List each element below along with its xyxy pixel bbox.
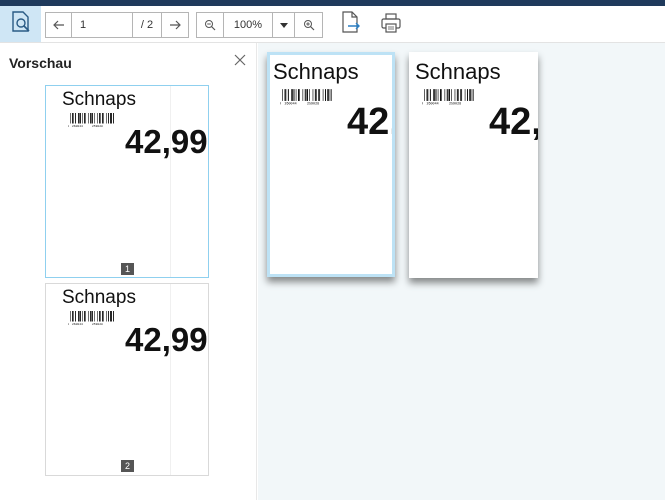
- page-1[interactable]: Schnaps 4 260044 259028 42,99: [267, 52, 395, 277]
- chevron-down-icon: [279, 22, 288, 28]
- export-icon: [339, 10, 361, 40]
- thumbnail-page-2[interactable]: Schnaps 4 260044 259028 42,99 2: [45, 283, 209, 476]
- svg-text:259028: 259028: [92, 125, 103, 127]
- svg-text:260044: 260044: [427, 103, 439, 105]
- zoom-out-icon: [204, 19, 216, 31]
- product-price: 42,99: [347, 101, 392, 143]
- page-2[interactable]: Schnaps 4 260044 259028 42,99: [409, 52, 538, 278]
- export-button[interactable]: [336, 10, 364, 40]
- barcode: 4 260044 259028: [280, 89, 332, 105]
- svg-text:260044: 260044: [72, 125, 83, 127]
- zoom-dropdown-button[interactable]: [272, 12, 295, 38]
- svg-text:260044: 260044: [72, 323, 83, 325]
- page-guide-line: [170, 284, 171, 475]
- page-canvas: Schnaps 4 260044 259028 42,99 Schnaps 4 …: [258, 43, 665, 500]
- next-page-button[interactable]: [161, 12, 189, 38]
- zoom-out-button[interactable]: [196, 12, 224, 38]
- svg-text:4: 4: [280, 103, 281, 105]
- preview-toggle-button[interactable]: [0, 6, 41, 42]
- barcode: 4 260044 259028: [68, 311, 114, 325]
- svg-text:4: 4: [422, 103, 423, 105]
- zoom-in-icon: [303, 19, 315, 31]
- close-icon: [233, 54, 247, 71]
- preview-sidebar: Vorschau Schnaps 4 260044 259028 42,99 1…: [0, 43, 257, 500]
- zoom-level-field[interactable]: 100%: [223, 12, 273, 38]
- arrow-left-icon: [52, 20, 65, 30]
- svg-text:259028: 259028: [449, 103, 461, 105]
- product-title: Schnaps: [62, 89, 136, 110]
- print-icon: [380, 12, 402, 39]
- product-title: Schnaps: [273, 59, 359, 84]
- previous-page-button[interactable]: [45, 12, 72, 38]
- page-total-label: / 2: [132, 12, 162, 38]
- arrow-right-icon: [169, 20, 181, 30]
- svg-text:260044: 260044: [285, 103, 297, 105]
- product-title: Schnaps: [62, 287, 136, 308]
- svg-text:4: 4: [68, 323, 69, 325]
- product-title: Schnaps: [415, 59, 501, 84]
- toolbar: 1 / 2 100%: [0, 6, 665, 43]
- barcode: 4 260044 259028: [68, 113, 114, 127]
- page-guide-line: [170, 86, 171, 277]
- barcode: 4 260044 259028: [422, 89, 474, 105]
- product-price: 42,99: [125, 321, 208, 358]
- product-price: 42,99: [125, 123, 208, 160]
- sidebar-title: Vorschau: [9, 55, 72, 71]
- page-number-badge: 2: [121, 460, 134, 472]
- product-price: 42,99: [489, 101, 538, 143]
- print-button[interactable]: [377, 12, 405, 38]
- svg-text:259028: 259028: [92, 323, 103, 325]
- close-sidebar-button[interactable]: [233, 53, 247, 67]
- svg-text:259028: 259028: [307, 103, 319, 105]
- page-number-badge: 1: [121, 263, 134, 275]
- thumbnail-page-1[interactable]: Schnaps 4 260044 259028 42,99 1: [45, 85, 209, 278]
- page-number-input[interactable]: 1: [71, 12, 133, 38]
- zoom-in-button[interactable]: [294, 12, 323, 38]
- preview-icon: [10, 10, 32, 39]
- svg-text:4: 4: [68, 125, 69, 127]
